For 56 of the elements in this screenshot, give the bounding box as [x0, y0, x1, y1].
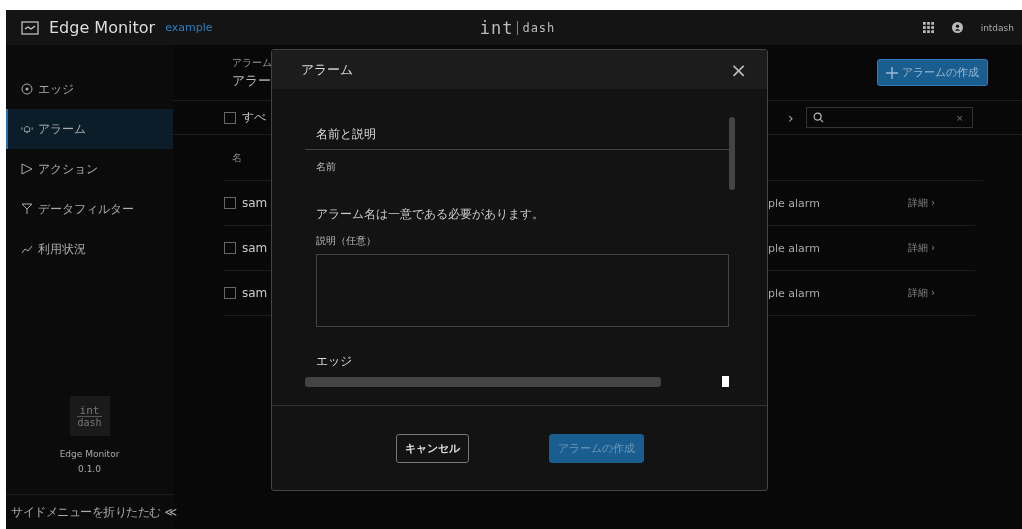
sidebar-item[interactable]: アラーム [6, 109, 173, 149]
play-icon [21, 163, 33, 175]
section-heading: エッジ [316, 353, 353, 370]
create-alarm-button[interactable]: アラームの作成 [877, 59, 988, 86]
close-button[interactable]: × [730, 59, 747, 80]
alarm-name-cell: sam [242, 241, 268, 255]
column-header: 名 [232, 150, 242, 165]
user-icon[interactable] [951, 22, 963, 33]
details-link[interactable]: 詳細 › [907, 196, 935, 210]
plus-icon [886, 66, 898, 79]
row-checkbox[interactable] [224, 197, 236, 209]
search-field[interactable]: × [805, 107, 973, 128]
line-chart-icon [21, 243, 33, 255]
intdash-logo: int dash [479, 17, 556, 38]
name-label: 名前 [316, 160, 337, 174]
search-icon [812, 112, 824, 123]
name-hint: アラーム名は一意である必要があります。 [316, 206, 545, 223]
alarm-name-cell: sam [242, 286, 268, 300]
collapse-menu-link[interactable]: サイドメニューを折りたたむ [11, 503, 161, 521]
select-all-checkbox[interactable] [224, 111, 236, 124]
row-checkbox[interactable] [224, 287, 236, 299]
small-rectangle-icon [722, 376, 729, 387]
alarm-description-cell-text: ple alarm [768, 286, 821, 300]
description-field[interactable] [316, 254, 729, 327]
app-name: Edge Monitor [59, 449, 120, 459]
page-title: アラー [232, 71, 272, 90]
sidebar-item[interactable]: 利用状況 [6, 229, 173, 269]
details-link[interactable]: 詳細 › [907, 286, 935, 300]
bell-icon [21, 123, 33, 135]
details-link[interactable]: 詳細 › [907, 241, 935, 255]
alarm-description-cell-text: ple alarm [768, 241, 821, 255]
sidebar-item[interactable]: アクション [6, 149, 173, 189]
target-icon [21, 83, 33, 95]
breadcrumb[interactable]: アラーム [232, 55, 272, 70]
app-version: 0.1.0 [78, 464, 101, 474]
dialog-title: アラーム [301, 60, 353, 79]
sidebar-item[interactable]: エッジ [6, 69, 173, 109]
row-checkbox[interactable] [224, 242, 236, 254]
alarm-name-cell: sam [242, 196, 268, 210]
apps-grid-icon[interactable] [922, 22, 934, 33]
double-chevron-icon[interactable]: ≪ [164, 505, 177, 519]
section-heading: 名前と説明 [316, 127, 376, 141]
next-page-chevron-icon[interactable]: › [788, 109, 794, 126]
cancel-button[interactable]: キャンセル [395, 433, 469, 463]
intdash-logo: int dash [69, 396, 110, 436]
description-label: 説明（任意） [316, 234, 377, 248]
sidebar-item[interactable]: データフィルター [6, 189, 173, 229]
alarm-description-cell-text: ple alarm [768, 196, 821, 210]
select-all-label: すべ [242, 109, 266, 126]
clear-search-button[interactable]: × [956, 112, 964, 123]
user-name[interactable]: intdash [980, 22, 1014, 33]
scrollbar-thumb[interactable] [729, 117, 735, 190]
monitor-icon [21, 20, 39, 35]
filter-icon [21, 203, 33, 215]
app-title: Edge Monitor [49, 18, 156, 37]
tenant-name: example [165, 21, 213, 34]
